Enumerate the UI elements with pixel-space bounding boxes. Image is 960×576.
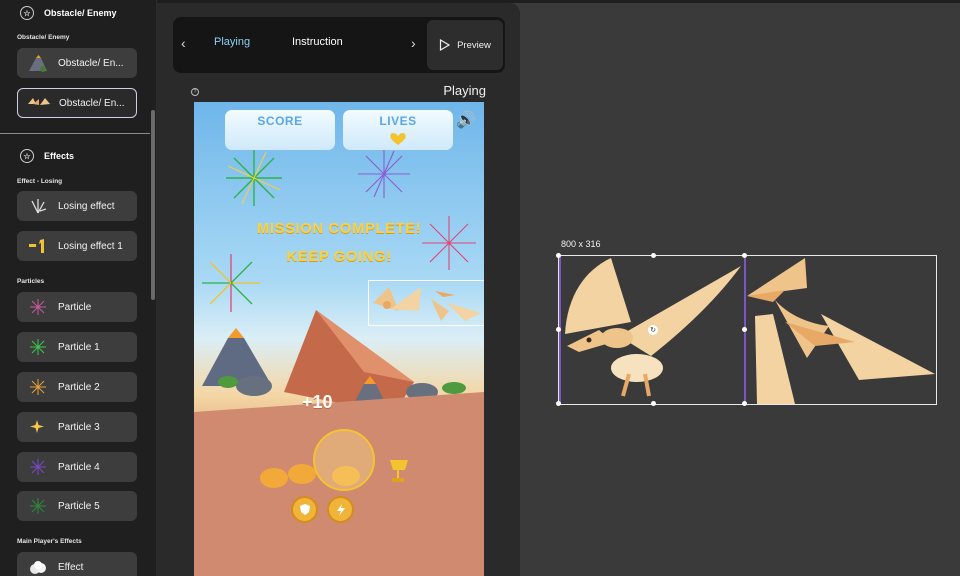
pterodactyl-spritesheet-icon — [565, 258, 935, 404]
subsection-label: Main Player's Effects — [17, 538, 82, 545]
burst-lines-icon — [26, 196, 50, 216]
tab-instruction[interactable]: Instruction — [292, 36, 343, 48]
section-header-effects[interactable]: ☆ Effects — [0, 149, 150, 163]
asset-item-particle-4[interactable]: Particle 4 — [17, 452, 137, 482]
firework-purple-icon — [358, 150, 410, 198]
mission-message-line2: KEEP GOING! — [286, 248, 392, 265]
section-divider — [0, 133, 150, 134]
firework-green-icon — [226, 150, 282, 206]
lightning-icon — [336, 503, 345, 516]
sidebar-scrollbar[interactable] — [151, 110, 155, 300]
particle-burst-icon — [26, 496, 50, 516]
asset-item-label: Particle 4 — [58, 461, 100, 473]
preview-label: Preview — [457, 39, 491, 51]
mission-message-line1: MISSION COMPLETE! — [256, 220, 422, 237]
asset-item-particle-5[interactable]: Particle 5 — [17, 491, 137, 521]
resize-handle-top-center[interactable] — [651, 253, 656, 258]
asset-item-label: Effect — [58, 561, 84, 573]
resize-handle-mid-right[interactable] — [742, 327, 747, 332]
screen-editor-panel: ‹ Playing Instruction › Preview ? Playin… — [157, 3, 520, 576]
asset-item-label: Particle 1 — [58, 341, 100, 353]
star-icon: ☆ — [20, 149, 34, 163]
asset-item-label: Losing effect 1 — [58, 240, 123, 252]
resize-handle-mid-left[interactable] — [556, 327, 561, 332]
asset-item-label: Obstacle/ En... — [58, 57, 124, 69]
particle-burst-icon — [26, 297, 50, 317]
lives-panel: LIVES — [343, 110, 453, 150]
asset-item-label: Particle — [58, 301, 92, 313]
rotate-handle-icon[interactable]: ↻ — [648, 325, 658, 335]
section-title: Effects — [44, 151, 75, 161]
screen-tab-bar: ‹ Playing Instruction › Preview — [173, 17, 505, 73]
shield-icon — [299, 504, 310, 515]
asset-sidebar: ☆ Obstacle/ Enemy Obstacle/ Enemy Obstac… — [0, 0, 157, 576]
cloud-puff-icon — [26, 557, 50, 576]
editor-window: ☆ Obstacle/ Enemy Obstacle/ Enemy Obstac… — [0, 0, 960, 576]
asset-item-losing-effect-1[interactable]: Losing effect 1 — [17, 231, 137, 261]
play-icon — [439, 39, 451, 51]
asset-item-obstacle-2[interactable]: Obstacle/ En... — [17, 88, 137, 118]
subsection-label: Particles — [17, 278, 45, 285]
pterodactyl-thumbnail-icon — [27, 93, 51, 113]
help-icon[interactable]: ? — [191, 88, 199, 96]
sprite-sheet-canvas[interactable]: ↻ — [556, 253, 937, 406]
resize-handle-bottom-left[interactable] — [556, 401, 561, 406]
asset-item-particle-2[interactable]: Particle 2 — [17, 372, 137, 402]
particle-burst-icon — [26, 377, 50, 397]
score-panel: SCORE — [225, 110, 335, 150]
shield-powerup-button[interactable] — [291, 496, 318, 523]
asset-item-particle[interactable]: Particle — [17, 292, 137, 322]
chevron-left-icon[interactable]: ‹ — [181, 35, 186, 51]
asset-item-label: Particle 3 — [58, 421, 100, 433]
subsection-label: Effect - Losing — [17, 178, 63, 185]
subsection-label: Obstacle/ Enemy — [17, 34, 70, 41]
star-icon: ☆ — [20, 6, 34, 20]
heart-icon — [390, 132, 406, 145]
lightning-powerup-button[interactable] — [327, 496, 354, 523]
chevron-right-icon[interactable]: › — [411, 35, 416, 51]
asset-item-particle-3[interactable]: Particle 3 — [17, 412, 137, 442]
desert-landscape-illustration — [194, 310, 484, 576]
volcano-thumbnail-icon — [26, 53, 50, 73]
asset-item-particle-1[interactable]: Particle 1 — [17, 332, 137, 362]
asset-item-label: Particle 2 — [58, 381, 100, 393]
asset-item-losing-effect[interactable]: Losing effect — [17, 191, 137, 221]
asset-item-label: Obstacle/ En... — [59, 97, 125, 109]
resize-handle-bottom-right[interactable] — [742, 401, 747, 406]
speaker-icon[interactable]: 🔊 — [456, 110, 476, 130]
particle-burst-icon — [26, 337, 50, 357]
score-popup: +10 — [302, 392, 333, 412]
tab-playing[interactable]: Playing — [214, 36, 250, 48]
asset-item-obstacle-1[interactable]: Obstacle/ En... — [17, 48, 137, 78]
resize-handle-top-right[interactable] — [742, 253, 747, 258]
section-header-obstacle[interactable]: ☆ Obstacle/ Enemy — [0, 6, 150, 20]
asset-item-label: Particle 5 — [58, 500, 100, 512]
asset-item-effect[interactable]: Effect — [17, 552, 137, 576]
game-preview-canvas[interactable]: SCORE LIVES 🔊 MISSION COMPLETE! KEEP GOI… — [194, 102, 484, 576]
screen-title: Playing — [443, 83, 486, 98]
sprite-size-label: 800 x 316 — [561, 239, 601, 249]
resize-handle-bottom-center[interactable] — [651, 401, 656, 406]
particle-burst-icon — [26, 457, 50, 477]
sparkle-icon — [26, 417, 50, 437]
score-label: SCORE — [257, 114, 303, 128]
section-title: Obstacle/ Enemy — [44, 8, 117, 18]
asset-item-label: Losing effect — [58, 200, 115, 212]
resize-handle-top-left[interactable] — [556, 253, 561, 258]
preview-button[interactable]: Preview — [427, 20, 503, 70]
minus-one-icon — [26, 236, 50, 256]
